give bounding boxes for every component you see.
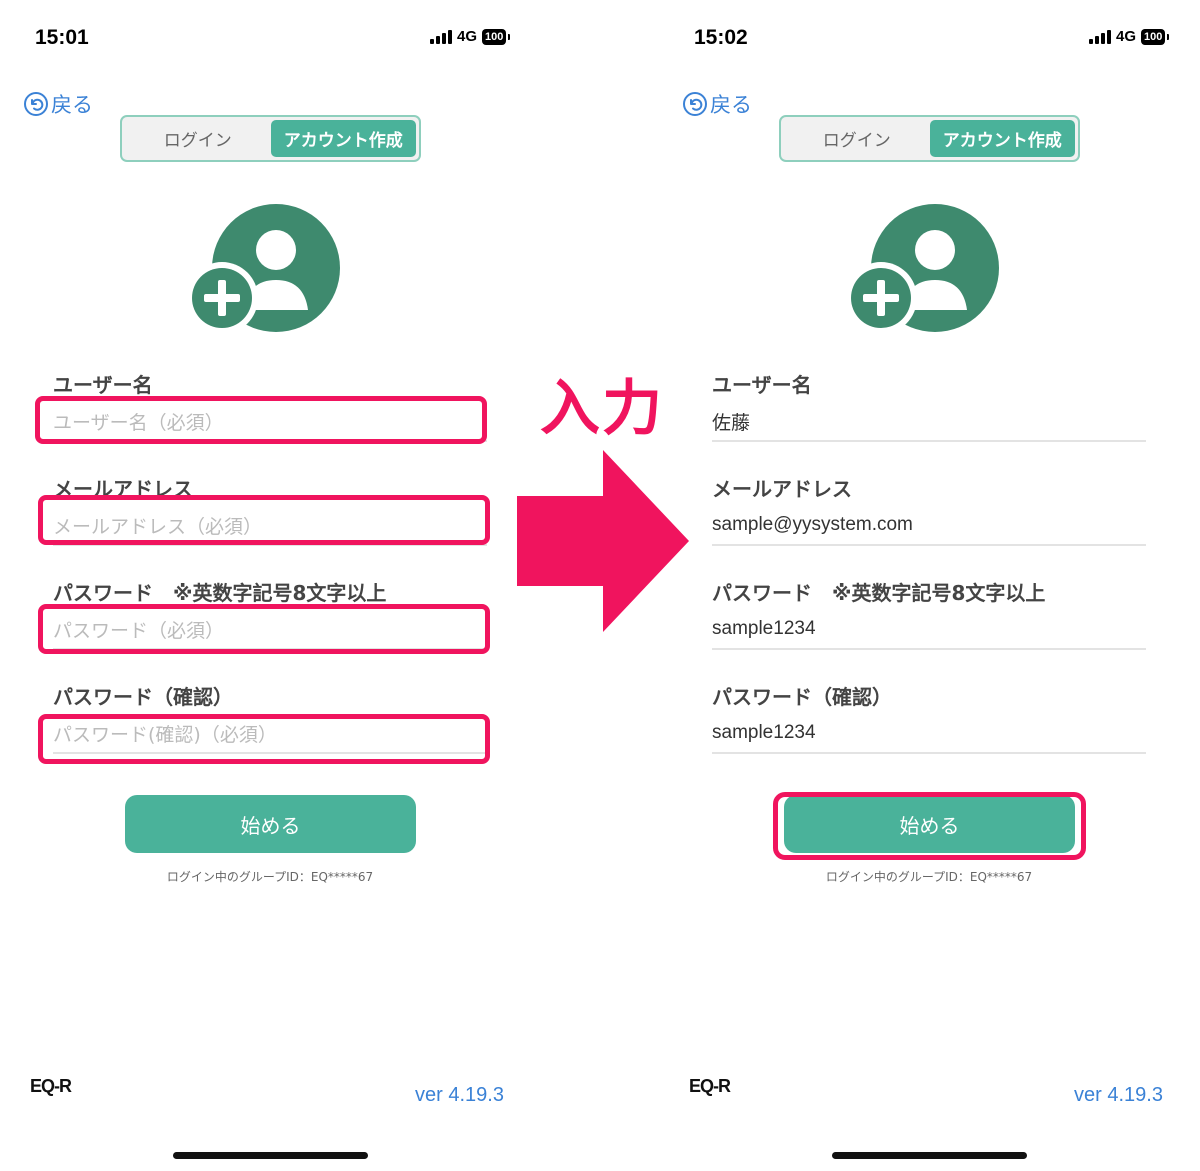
password-confirm-input[interactable]: sample1234 xyxy=(712,714,1146,754)
battery-tip-icon xyxy=(508,33,511,40)
signal-icon xyxy=(430,29,452,44)
add-user-icon xyxy=(845,204,999,332)
start-button[interactable]: 始める xyxy=(125,795,416,853)
group-id-text: ログイン中のグループID：EQ*****67 xyxy=(166,870,374,884)
eqr-logo: EQ-R xyxy=(689,1076,731,1096)
start-button[interactable]: 始める xyxy=(784,795,1075,853)
tab-create-account[interactable]: アカウント作成 xyxy=(270,120,416,157)
username-input[interactable]: 佐藤 xyxy=(712,402,1146,442)
back-circle-icon xyxy=(683,92,707,116)
username-label: ユーザー名 xyxy=(53,373,153,397)
auth-mode-toggle: ログイン アカウント作成 xyxy=(779,115,1080,162)
back-label: 戻る xyxy=(51,93,93,117)
status-bar-right: 4G 100 xyxy=(430,28,511,45)
password-confirm-label: パスワード（確認） xyxy=(53,685,233,709)
tab-create-account[interactable]: アカウント作成 xyxy=(929,120,1075,157)
tab-login[interactable]: ログイン xyxy=(784,120,930,157)
status-time: 15:02 xyxy=(694,26,748,49)
tab-login[interactable]: ログイン xyxy=(125,120,271,157)
email-label: メールアドレス xyxy=(712,477,852,501)
back-label: 戻る xyxy=(710,93,752,117)
version-text: ver 4.19.3 xyxy=(1074,1084,1163,1106)
network-label: 4G xyxy=(457,28,478,45)
email-label: メールアドレス xyxy=(53,477,193,501)
back-button[interactable]: 戻る xyxy=(23,89,93,119)
username-input[interactable]: ユーザー名（必須） xyxy=(53,402,487,442)
input-annotation-label: 入力 xyxy=(540,374,664,444)
home-indicator[interactable] xyxy=(832,1152,1027,1159)
password-label: パスワード ※英数字記号8文字以上 xyxy=(53,581,387,605)
back-button[interactable]: 戻る xyxy=(682,89,752,119)
screen-after-input: 15:02 4G 100 戻る ログイン アカウント作成 ユーザー名 佐藤 メー… xyxy=(659,0,1200,1171)
status-time: 15:01 xyxy=(35,26,89,49)
eqr-logo: EQ-R xyxy=(30,1076,72,1096)
email-input[interactable]: sample@yysystem.com xyxy=(712,506,1146,546)
battery-tip-icon xyxy=(1167,33,1170,40)
group-id-text: ログイン中のグループID：EQ*****67 xyxy=(825,870,1033,884)
password-input[interactable]: パスワード（必須） xyxy=(53,610,487,650)
signal-icon xyxy=(1089,29,1111,44)
status-bar-right: 4G 100 xyxy=(1089,28,1170,45)
email-input[interactable]: メールアドレス（必須） xyxy=(53,506,487,546)
password-confirm-input[interactable]: パスワード(確認)（必須） xyxy=(53,714,487,754)
password-label: パスワード ※英数字記号8文字以上 xyxy=(712,581,1046,605)
password-input[interactable]: sample1234 xyxy=(712,610,1146,650)
screen-before-input: 15:01 4G 100 戻る ログイン アカウント作成 ユーザー名 ユーザー名… xyxy=(0,0,550,1171)
add-user-icon xyxy=(186,204,340,332)
back-circle-icon xyxy=(24,92,48,116)
battery-icon: 100 xyxy=(1141,28,1166,45)
auth-mode-toggle: ログイン アカウント作成 xyxy=(120,115,421,162)
battery-icon: 100 xyxy=(482,28,507,45)
password-confirm-label: パスワード（確認） xyxy=(712,685,892,709)
version-text: ver 4.19.3 xyxy=(415,1084,504,1106)
username-label: ユーザー名 xyxy=(712,373,812,397)
network-label: 4G xyxy=(1116,28,1137,45)
home-indicator[interactable] xyxy=(173,1152,368,1159)
